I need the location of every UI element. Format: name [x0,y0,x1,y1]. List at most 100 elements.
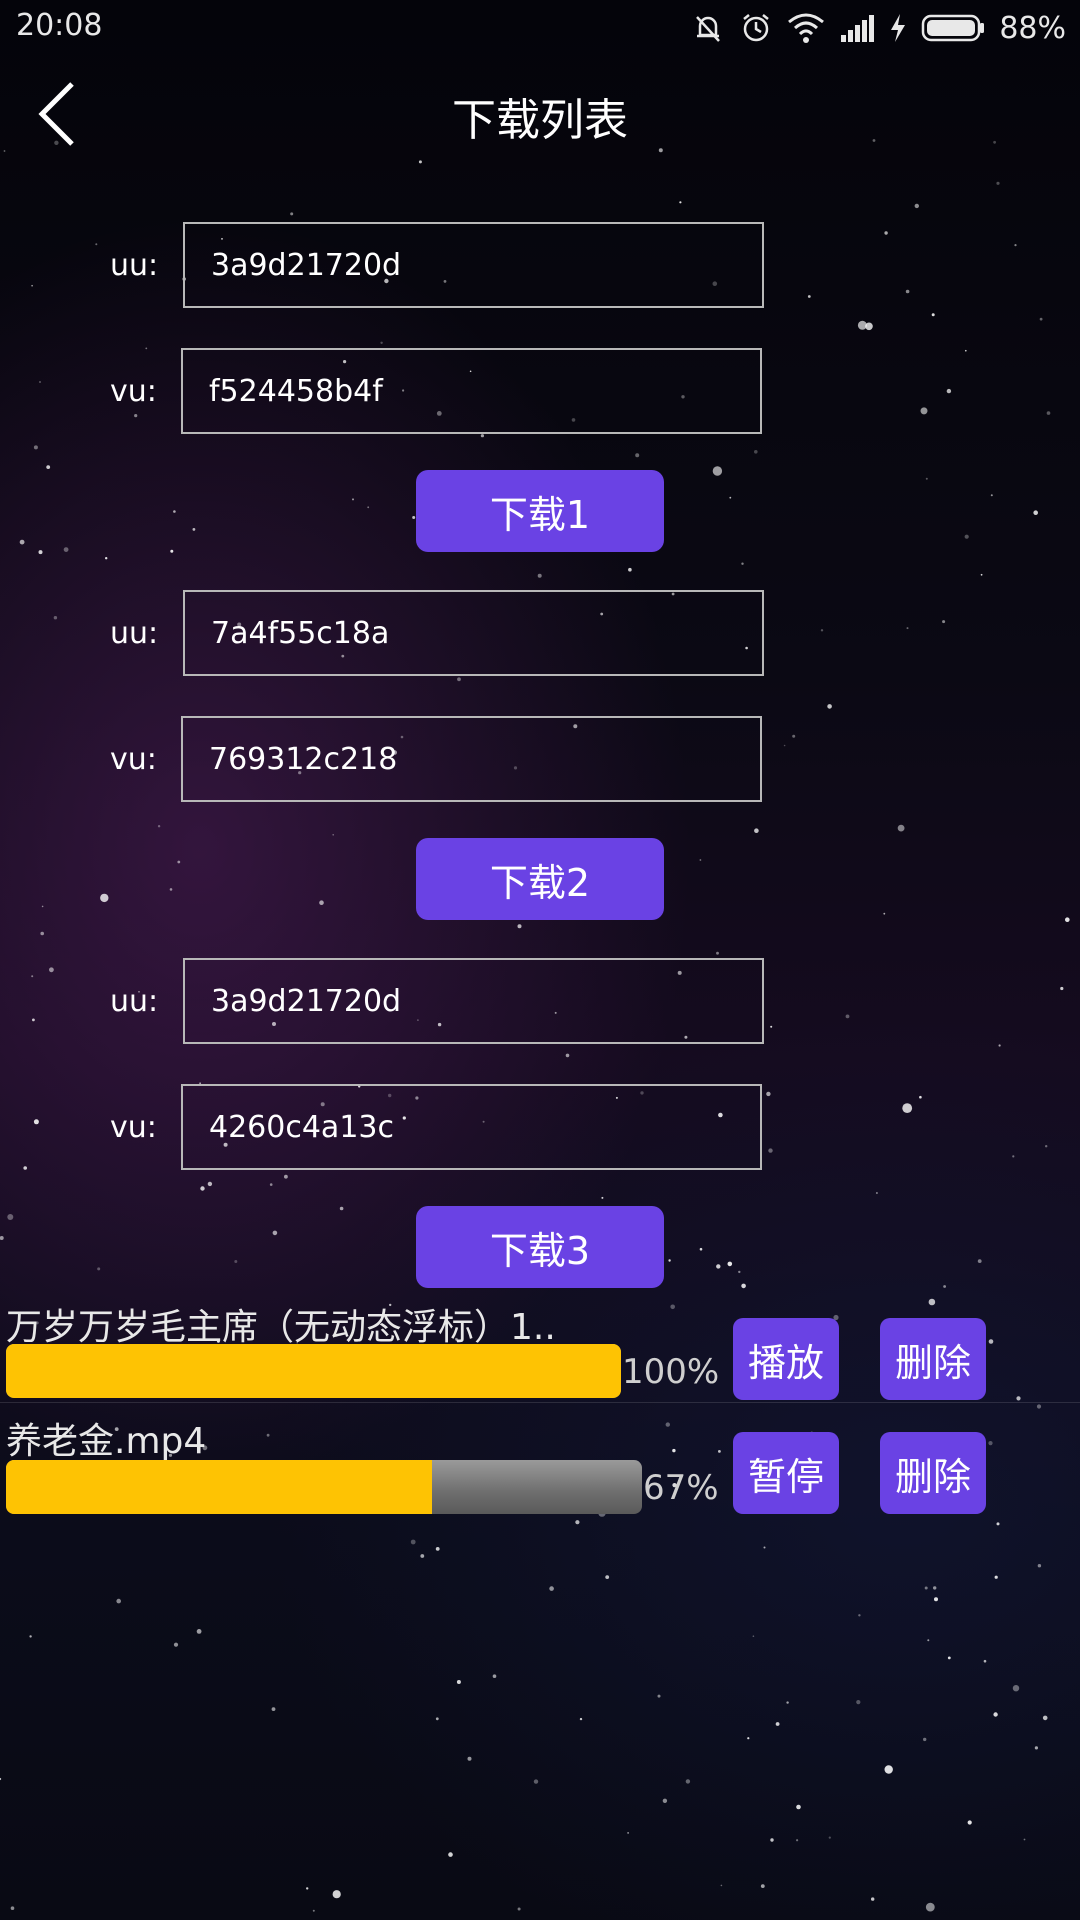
star [905,289,910,294]
star [942,620,946,624]
star [200,1186,205,1191]
progress-percent: 100% [622,1352,720,1392]
star [884,1765,893,1774]
star [579,1717,583,1721]
vu-input[interactable] [181,716,762,802]
delete-button[interactable]: 删除 [880,1318,986,1400]
star [792,734,796,738]
star [31,284,33,287]
download-2-button[interactable]: 下载2 [416,838,664,920]
star [1037,1564,1042,1568]
star [933,1586,937,1590]
star [828,1836,831,1839]
vu-input[interactable] [181,348,762,434]
star [605,1575,610,1579]
star [770,1025,773,1028]
star [925,477,928,480]
star [410,1539,416,1545]
star [0,1236,4,1240]
download-item-name: 养老金.mp4 [6,1421,207,1462]
charging-icon [891,14,906,42]
star [741,1283,746,1289]
star [319,900,324,905]
star [699,859,702,861]
star [845,1014,850,1019]
star [339,1206,344,1211]
uu-label: uu: [110,248,159,283]
progress-bar [6,1344,621,1398]
star [480,434,484,438]
pause-button[interactable]: 暂停 [733,1432,839,1514]
star [712,466,723,476]
star [729,496,732,499]
uu-input[interactable] [183,222,764,308]
star [207,1181,213,1187]
star [924,1586,928,1590]
star [927,1639,930,1642]
star [177,860,181,864]
star [716,1264,721,1269]
star [668,1259,671,1262]
star [931,313,935,317]
star [10,1906,15,1910]
star [747,1737,750,1740]
star [857,320,867,330]
star [1036,1404,1042,1409]
star [820,629,824,632]
star [657,1694,661,1698]
star [884,231,888,235]
star [31,975,34,978]
star [435,1717,439,1721]
mute-icon [696,16,721,42]
list-divider [0,1402,1080,1403]
star [39,381,41,383]
star [662,1798,668,1804]
star [967,1820,972,1825]
battery-percent: 88% [999,10,1066,46]
star [906,627,909,630]
star [946,388,952,394]
star [990,494,993,497]
star [763,1546,766,1549]
star [95,243,98,246]
star [925,1902,935,1912]
star [738,1270,741,1274]
star [988,1339,994,1344]
star [977,1259,982,1263]
star [856,1700,861,1705]
star [192,528,196,531]
download-1-button[interactable]: 下载1 [416,470,664,552]
uu-label: uu: [110,616,159,651]
star [865,322,873,331]
star [533,1779,539,1784]
star [741,562,744,565]
star [457,677,461,682]
star [1033,510,1038,515]
download-3-button[interactable]: 下载3 [416,1206,664,1288]
star [290,212,294,216]
star [549,1586,554,1591]
delete-button[interactable]: 删除 [880,1432,986,1514]
uu-input[interactable] [183,958,764,1044]
star [718,1450,721,1453]
star [934,1597,938,1602]
star [1014,244,1017,247]
star [807,295,811,298]
star [272,1230,278,1236]
star [40,931,44,936]
star [919,1095,922,1099]
vu-label: vu: [110,374,157,409]
star [943,1285,946,1288]
star [1016,1396,1021,1401]
star [752,1635,755,1637]
star [754,828,759,833]
uu-input[interactable] [183,590,764,676]
star [770,1838,774,1842]
star [271,1707,276,1711]
star [766,1091,771,1097]
star [665,1422,670,1427]
star [601,1196,604,1199]
play-button[interactable]: 播放 [733,1318,839,1400]
vu-input[interactable] [181,1084,762,1170]
star [306,1887,309,1890]
